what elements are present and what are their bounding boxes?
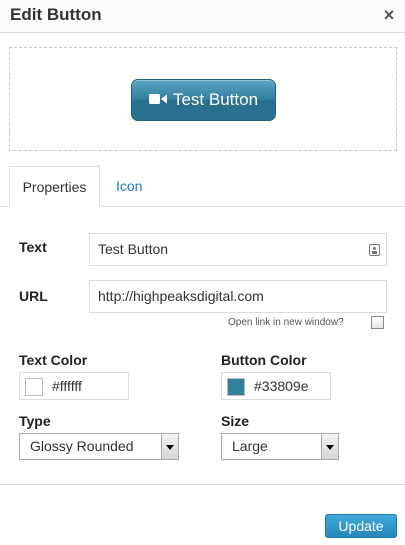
new-window-label: Open link in new window? — [228, 317, 344, 328]
footer-divider — [0, 484, 405, 485]
url-field-value: http://highpeaksdigital.com — [98, 288, 264, 304]
chevron-down-icon[interactable] — [321, 434, 338, 459]
text-field-value: Test Button — [98, 241, 169, 257]
text-label: Text — [19, 239, 47, 255]
type-select[interactable]: Glossy Rounded — [19, 433, 179, 460]
button-color-value: #33809e — [254, 378, 309, 394]
size-select[interactable]: Large — [221, 433, 339, 460]
url-field[interactable]: http://highpeaksdigital.com — [89, 280, 387, 313]
tabs-bar: Properties Icon — [0, 166, 405, 207]
button-color-swatch[interactable] — [227, 378, 245, 396]
size-select-value: Large — [232, 438, 268, 454]
close-icon[interactable]: × — [381, 5, 397, 25]
button-preview-area: Test Button — [9, 47, 397, 151]
button-color-label: Button Color — [221, 352, 307, 368]
button-color-field[interactable]: #33809e — [221, 372, 331, 400]
preview-button[interactable]: Test Button — [131, 79, 276, 121]
text-color-value: #ffffff — [52, 378, 82, 394]
contact-card-icon — [369, 244, 380, 256]
preview-button-label: Test Button — [172, 90, 259, 109]
size-label: Size — [221, 413, 250, 429]
video-camera-icon — [148, 94, 167, 105]
type-label: Type — [19, 413, 51, 429]
text-field[interactable]: Test Button — [89, 233, 387, 266]
update-button[interactable]: Update — [325, 514, 397, 538]
text-color-field[interactable]: #ffffff — [19, 372, 129, 400]
text-color-swatch[interactable] — [25, 378, 43, 396]
new-window-checkbox[interactable] — [371, 316, 384, 329]
dialog-header: Edit Button × — [0, 0, 405, 33]
url-label: URL — [19, 288, 48, 304]
dialog-title: Edit Button — [10, 5, 102, 24]
chevron-down-icon[interactable] — [161, 434, 178, 459]
tab-icon[interactable]: Icon — [106, 166, 152, 207]
text-color-label: Text Color — [19, 352, 88, 368]
type-select-value: Glossy Rounded — [30, 438, 134, 454]
edit-button-dialog: Edit Button × Test Button Properties Ico… — [0, 0, 405, 545]
tab-properties[interactable]: Properties — [9, 166, 100, 207]
